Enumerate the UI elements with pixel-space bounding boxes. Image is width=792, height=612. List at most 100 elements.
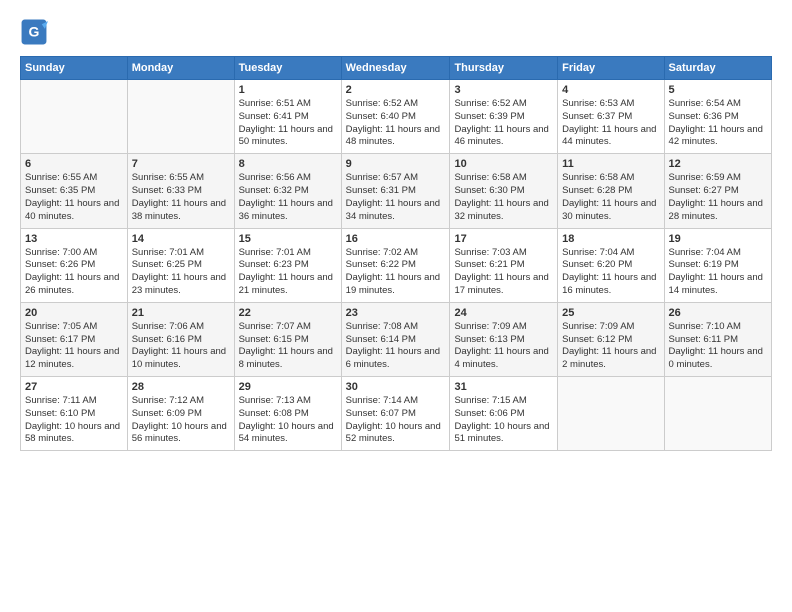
calendar-cell: 15 Sunrise: 7:01 AM Sunset: 6:23 PM Dayli… [234, 228, 341, 302]
calendar-cell: 20 Sunrise: 7:05 AM Sunset: 6:17 PM Dayli… [21, 302, 128, 376]
day-info: Sunrise: 7:09 AM Sunset: 6:13 PM Dayligh… [454, 321, 553, 372]
day-number: 28 [132, 381, 230, 393]
day-number: 13 [25, 233, 123, 245]
day-info: Sunrise: 6:54 AM Sunset: 6:36 PM Dayligh… [669, 98, 767, 149]
calendar-cell: 25 Sunrise: 7:09 AM Sunset: 6:12 PM Dayli… [558, 302, 664, 376]
day-number: 9 [346, 158, 446, 170]
day-number: 2 [346, 84, 446, 96]
weekday-header-saturday: Saturday [664, 57, 771, 80]
calendar-cell [558, 377, 664, 451]
day-number: 11 [562, 158, 659, 170]
calendar-cell: 29Sunrise: 7:13 AM Sunset: 6:08 PM Dayli… [234, 377, 341, 451]
day-number: 24 [454, 307, 553, 319]
day-number: 20 [25, 307, 123, 319]
calendar-cell: 31Sunrise: 7:15 AM Sunset: 6:06 PM Dayli… [450, 377, 558, 451]
day-info: Sunrise: 7:06 AM Sunset: 6:16 PM Dayligh… [132, 321, 230, 372]
calendar-cell: 22 Sunrise: 7:07 AM Sunset: 6:15 PM Dayli… [234, 302, 341, 376]
day-number: 29 [239, 381, 337, 393]
calendar-cell: 7 Sunrise: 6:55 AM Sunset: 6:33 PM Daylig… [127, 154, 234, 228]
day-info: Sunrise: 7:09 AM Sunset: 6:12 PM Dayligh… [562, 321, 659, 372]
day-info: Sunrise: 7:12 AM Sunset: 6:09 PM Dayligh… [132, 395, 230, 446]
day-info: Sunrise: 7:00 AM Sunset: 6:26 PM Dayligh… [25, 247, 123, 298]
calendar-cell [127, 80, 234, 154]
svg-text:G: G [29, 24, 40, 40]
week-row-5: 27 Sunrise: 7:11 AM Sunset: 6:10 PM Dayli… [21, 377, 772, 451]
calendar-cell: 24 Sunrise: 7:09 AM Sunset: 6:13 PM Dayli… [450, 302, 558, 376]
day-number: 22 [239, 307, 337, 319]
week-row-4: 20 Sunrise: 7:05 AM Sunset: 6:17 PM Dayli… [21, 302, 772, 376]
day-info: Sunrise: 7:04 AM Sunset: 6:20 PM Dayligh… [562, 247, 659, 298]
day-info: Sunrise: 6:52 AM Sunset: 6:39 PM Dayligh… [454, 98, 553, 149]
day-number: 3 [454, 84, 553, 96]
calendar-body: 1Sunrise: 6:51 AM Sunset: 6:41 PM Daylig… [21, 80, 772, 451]
header: G [20, 18, 772, 46]
day-number: 23 [346, 307, 446, 319]
weekday-header-wednesday: Wednesday [341, 57, 450, 80]
day-number: 7 [132, 158, 230, 170]
week-row-2: 6Sunrise: 6:55 AM Sunset: 6:35 PM Daylig… [21, 154, 772, 228]
calendar-cell [664, 377, 771, 451]
logo: G [20, 18, 52, 46]
day-number: 5 [669, 84, 767, 96]
day-info: Sunrise: 7:14 AM Sunset: 6:07 PM Dayligh… [346, 395, 446, 446]
calendar-cell: 14 Sunrise: 7:01 AM Sunset: 6:25 PM Dayli… [127, 228, 234, 302]
day-number: 18 [562, 233, 659, 245]
calendar-cell: 2 Sunrise: 6:52 AM Sunset: 6:40 PM Daylig… [341, 80, 450, 154]
day-info: Sunrise: 7:11 AM Sunset: 6:10 PM Dayligh… [25, 395, 123, 446]
weekday-header-monday: Monday [127, 57, 234, 80]
calendar-cell: 18 Sunrise: 7:04 AM Sunset: 6:20 PM Dayli… [558, 228, 664, 302]
day-number: 8 [239, 158, 337, 170]
calendar-cell: 21 Sunrise: 7:06 AM Sunset: 6:16 PM Dayli… [127, 302, 234, 376]
day-info: Sunrise: 6:52 AM Sunset: 6:40 PM Dayligh… [346, 98, 446, 149]
calendar-cell: 8 Sunrise: 6:56 AM Sunset: 6:32 PM Daylig… [234, 154, 341, 228]
calendar-cell: 1Sunrise: 6:51 AM Sunset: 6:41 PM Daylig… [234, 80, 341, 154]
calendar-cell: 16 Sunrise: 7:02 AM Sunset: 6:22 PM Dayli… [341, 228, 450, 302]
day-number: 25 [562, 307, 659, 319]
day-info: Sunrise: 7:07 AM Sunset: 6:15 PM Dayligh… [239, 321, 337, 372]
day-info: Sunrise: 6:53 AM Sunset: 6:37 PM Dayligh… [562, 98, 659, 149]
day-info: Sunrise: 7:05 AM Sunset: 6:17 PM Dayligh… [25, 321, 123, 372]
week-row-1: 1Sunrise: 6:51 AM Sunset: 6:41 PM Daylig… [21, 80, 772, 154]
day-info: Sunrise: 7:01 AM Sunset: 6:25 PM Dayligh… [132, 247, 230, 298]
day-info: Sunrise: 7:01 AM Sunset: 6:23 PM Dayligh… [239, 247, 337, 298]
day-info: Sunrise: 6:55 AM Sunset: 6:33 PM Dayligh… [132, 172, 230, 223]
day-number: 17 [454, 233, 553, 245]
day-number: 14 [132, 233, 230, 245]
weekday-header-thursday: Thursday [450, 57, 558, 80]
calendar-cell: 5 Sunrise: 6:54 AM Sunset: 6:36 PM Daylig… [664, 80, 771, 154]
calendar-cell: 28 Sunrise: 7:12 AM Sunset: 6:09 PM Dayli… [127, 377, 234, 451]
weekday-header-tuesday: Tuesday [234, 57, 341, 80]
day-info: Sunrise: 6:55 AM Sunset: 6:35 PM Dayligh… [25, 172, 123, 223]
calendar-cell: 9 Sunrise: 6:57 AM Sunset: 6:31 PM Daylig… [341, 154, 450, 228]
day-info: Sunrise: 6:57 AM Sunset: 6:31 PM Dayligh… [346, 172, 446, 223]
day-number: 19 [669, 233, 767, 245]
calendar-cell: 30Sunrise: 7:14 AM Sunset: 6:07 PM Dayli… [341, 377, 450, 451]
weekday-header-row: SundayMondayTuesdayWednesdayThursdayFrid… [21, 57, 772, 80]
calendar-cell: 27 Sunrise: 7:11 AM Sunset: 6:10 PM Dayli… [21, 377, 128, 451]
calendar-cell: 23 Sunrise: 7:08 AM Sunset: 6:14 PM Dayli… [341, 302, 450, 376]
calendar-cell: 19 Sunrise: 7:04 AM Sunset: 6:19 PM Dayli… [664, 228, 771, 302]
week-row-3: 13 Sunrise: 7:00 AM Sunset: 6:26 PM Dayli… [21, 228, 772, 302]
day-info: Sunrise: 6:58 AM Sunset: 6:30 PM Dayligh… [454, 172, 553, 223]
day-info: Sunrise: 6:56 AM Sunset: 6:32 PM Dayligh… [239, 172, 337, 223]
day-number: 1 [239, 84, 337, 96]
calendar-cell [21, 80, 128, 154]
calendar-cell: 17Sunrise: 7:03 AM Sunset: 6:21 PM Dayli… [450, 228, 558, 302]
calendar-cell: 12 Sunrise: 6:59 AM Sunset: 6:27 PM Dayli… [664, 154, 771, 228]
weekday-header-sunday: Sunday [21, 57, 128, 80]
calendar-table: SundayMondayTuesdayWednesdayThursdayFrid… [20, 56, 772, 451]
day-info: Sunrise: 7:04 AM Sunset: 6:19 PM Dayligh… [669, 247, 767, 298]
weekday-header-friday: Friday [558, 57, 664, 80]
day-number: 26 [669, 307, 767, 319]
day-number: 21 [132, 307, 230, 319]
day-number: 16 [346, 233, 446, 245]
calendar-cell: 11Sunrise: 6:58 AM Sunset: 6:28 PM Dayli… [558, 154, 664, 228]
day-number: 10 [454, 158, 553, 170]
day-number: 12 [669, 158, 767, 170]
day-info: Sunrise: 7:02 AM Sunset: 6:22 PM Dayligh… [346, 247, 446, 298]
day-info: Sunrise: 7:08 AM Sunset: 6:14 PM Dayligh… [346, 321, 446, 372]
day-info: Sunrise: 6:59 AM Sunset: 6:27 PM Dayligh… [669, 172, 767, 223]
day-number: 27 [25, 381, 123, 393]
day-number: 15 [239, 233, 337, 245]
calendar-cell: 10 Sunrise: 6:58 AM Sunset: 6:30 PM Dayli… [450, 154, 558, 228]
